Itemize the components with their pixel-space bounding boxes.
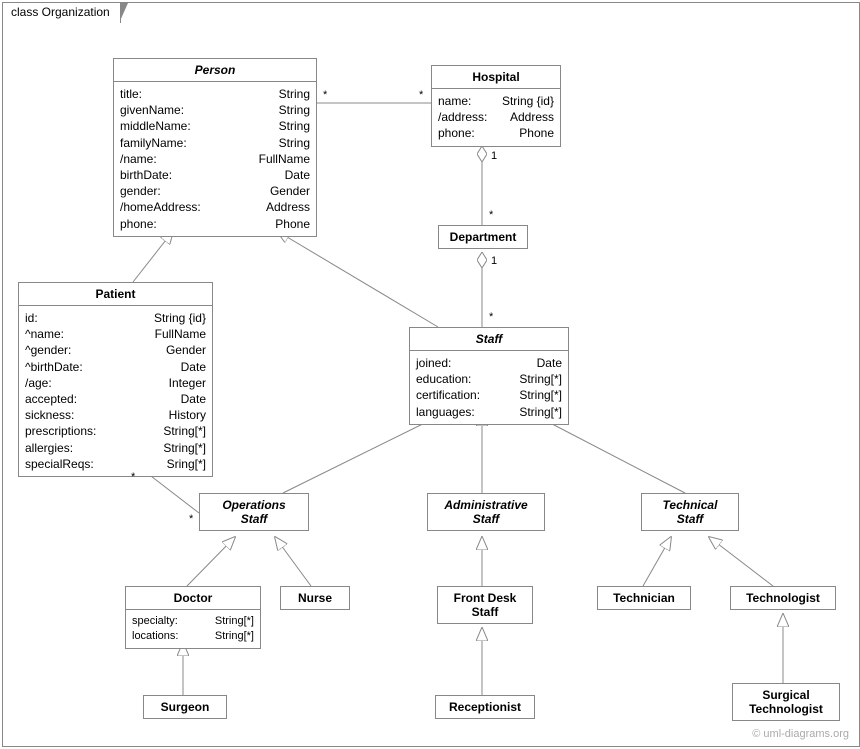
class-receptionist: Receptionist bbox=[435, 695, 535, 719]
class-administrative-staff-title: Administrative Staff bbox=[428, 494, 544, 530]
class-person-body: title:String givenName:String middleName… bbox=[114, 82, 316, 236]
class-doctor: Doctor specialty:String[*] locations:Str… bbox=[125, 586, 261, 649]
watermark: © uml-diagrams.org bbox=[752, 728, 849, 740]
class-surgeon-title: Surgeon bbox=[144, 696, 226, 718]
class-technologist: Technologist bbox=[730, 586, 836, 610]
class-technician: Technician bbox=[597, 586, 691, 610]
class-front-desk-staff: Front Desk Staff bbox=[437, 586, 533, 624]
class-technical-staff: Technical Staff bbox=[641, 493, 739, 531]
class-receptionist-title: Receptionist bbox=[436, 696, 534, 718]
class-hospital-title: Hospital bbox=[432, 66, 560, 89]
mult-hospital-dept-1: 1 bbox=[491, 150, 497, 162]
class-nurse-title: Nurse bbox=[281, 587, 349, 609]
class-staff-title: Staff bbox=[410, 328, 568, 351]
class-operations-staff: Operations Staff bbox=[199, 493, 309, 531]
class-administrative-staff: Administrative Staff bbox=[427, 493, 545, 531]
class-technical-staff-title: Technical Staff bbox=[642, 494, 738, 530]
class-staff: Staff joined:Date education:String[*] ce… bbox=[409, 327, 569, 425]
class-department-title: Department bbox=[439, 226, 527, 248]
mult-patient-ops-right: * bbox=[189, 513, 193, 525]
class-surgical-technologist-title: Surgical Technologist bbox=[733, 684, 839, 720]
class-hospital: Hospital name:String {id} /address:Addre… bbox=[431, 65, 561, 147]
frame-label: class Organization bbox=[2, 2, 121, 23]
mult-person-hospital-right: * bbox=[419, 89, 423, 101]
class-doctor-body: specialty:String[*] locations:String[*] bbox=[126, 610, 260, 648]
class-department: Department bbox=[438, 225, 528, 249]
mult-person-hospital-left: * bbox=[323, 89, 327, 101]
class-patient-body: id:String {id} ^name:FullName ^gender:Ge… bbox=[19, 306, 212, 476]
class-staff-body: joined:Date education:String[*] certific… bbox=[410, 351, 568, 424]
mult-staff-top-star: * bbox=[489, 311, 493, 323]
class-technician-title: Technician bbox=[598, 587, 690, 609]
class-technologist-title: Technologist bbox=[731, 587, 835, 609]
class-nurse: Nurse bbox=[280, 586, 350, 610]
class-surgical-technologist: Surgical Technologist bbox=[732, 683, 840, 721]
class-front-desk-staff-title: Front Desk Staff bbox=[438, 587, 532, 623]
mult-dept-top-star: * bbox=[489, 209, 493, 221]
diagram-frame: class Organization bbox=[2, 2, 860, 747]
class-surgeon: Surgeon bbox=[143, 695, 227, 719]
mult-patient-ops-left: * bbox=[131, 471, 135, 483]
class-person-title: Person bbox=[114, 59, 316, 82]
class-patient-title: Patient bbox=[19, 283, 212, 306]
class-operations-staff-title: Operations Staff bbox=[200, 494, 308, 530]
class-doctor-title: Doctor bbox=[126, 587, 260, 610]
class-hospital-body: name:String {id} /address:Address phone:… bbox=[432, 89, 560, 146]
frame-label-text: class Organization bbox=[11, 5, 110, 19]
class-patient: Patient id:String {id} ^name:FullName ^g… bbox=[18, 282, 213, 477]
mult-dept-staff-1: 1 bbox=[491, 255, 497, 267]
class-person: Person title:String givenName:String mid… bbox=[113, 58, 317, 237]
